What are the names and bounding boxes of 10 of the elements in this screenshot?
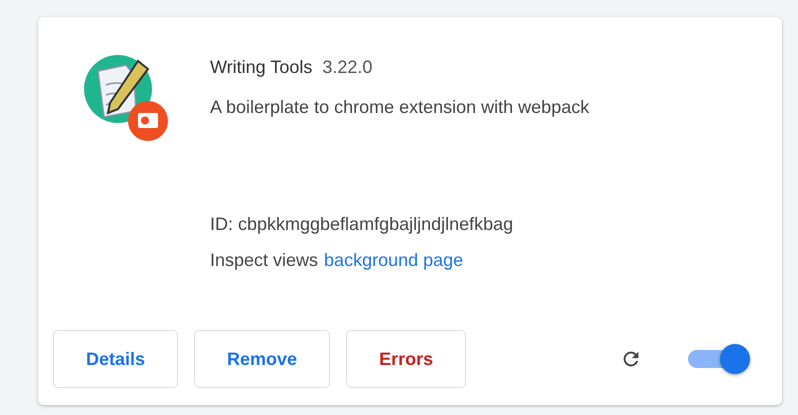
action-button[interactable]: Errors [346,330,466,388]
extension-name: Writing Tools [210,57,312,78]
background-page-link[interactable]: background page [324,250,464,271]
inspect-views-label: Inspect views [210,250,318,271]
action-button[interactable]: Remove [194,330,330,388]
extension-description: A boilerplate to chrome extension with webpack [210,97,590,118]
extension-version: 3.22.0 [322,57,372,78]
enable-toggle[interactable] [688,344,750,374]
action-button[interactable]: Details [53,330,178,388]
extension-id: ID: cbpkkmggbeflamfgbajljndjlnefkbag [210,214,514,235]
